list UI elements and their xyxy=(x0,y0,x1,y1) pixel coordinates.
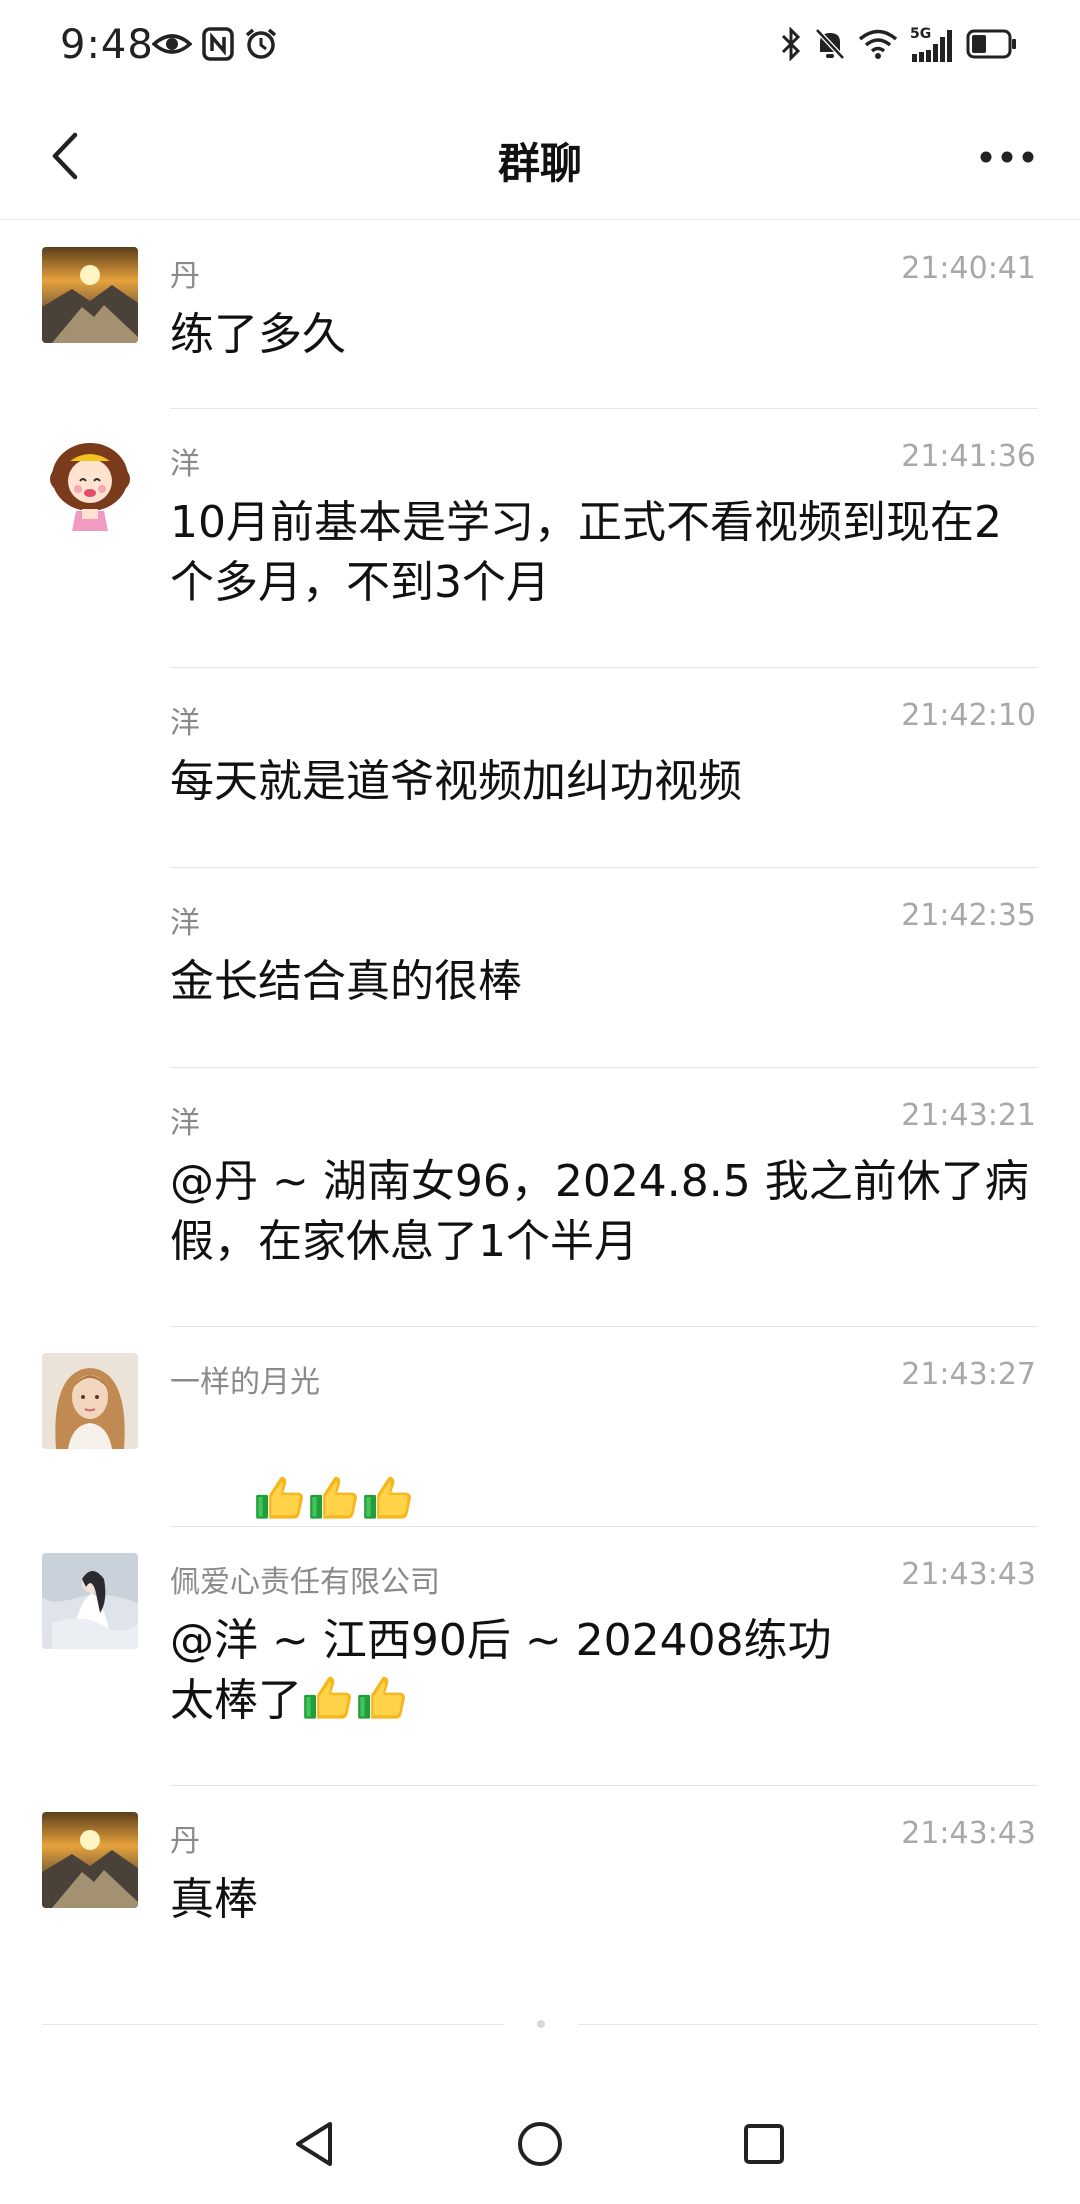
message-text: @丹 ~ 湖南女96，2024.8.5 我之前休了病 假，在家休息了1个半月 xyxy=(170,1156,1029,1267)
eye-icon xyxy=(151,28,193,64)
message-text: 金长结合真的很棒 xyxy=(170,956,522,1007)
message-time: 21:40:41 xyxy=(901,251,1036,286)
more-button[interactable] xyxy=(962,122,1052,194)
message-text: @洋 ~ 江西90后 ~ 202408练功 太棒了 xyxy=(170,1615,832,1726)
status-right-icons: 5G xyxy=(780,26,1018,66)
sender-name: 丹 xyxy=(170,1824,200,1859)
message-time: 21:42:10 xyxy=(901,698,1036,733)
more-dots-icon xyxy=(979,149,1035,168)
sender-name: 洋 xyxy=(170,1106,200,1141)
thumbs-up-icon xyxy=(302,1675,356,1726)
message-text-with-emoji: @洋 ~ 江西90后 ~ 202408练功 太棒了 xyxy=(170,1611,1030,1731)
message-time: 21:42:35 xyxy=(901,898,1036,933)
list-end-dot xyxy=(537,2020,545,2028)
system-recents-button[interactable] xyxy=(734,2116,794,2176)
message-list[interactable]: 丹 21:40:41 练了多久 洋 21:41:36 10月前基本是学习，正式不… xyxy=(0,221,1080,2031)
avatar[interactable] xyxy=(42,1353,138,1449)
sender-name: 佩爱心责任有限公司 xyxy=(170,1565,440,1600)
sender-name: 洋 xyxy=(170,906,200,941)
thumbs-up-icon xyxy=(356,1675,410,1726)
bluetooth-icon xyxy=(780,26,802,65)
circle-home-icon xyxy=(516,2120,564,2172)
system-nav-bar xyxy=(0,2090,1080,2204)
message-time: 21:41:36 xyxy=(901,439,1036,474)
message-divider xyxy=(170,1067,1038,1068)
thumbs-up-icon xyxy=(254,1475,308,1526)
nfc-icon xyxy=(202,27,234,65)
thumbs-up-icon xyxy=(362,1475,416,1526)
message-divider xyxy=(170,867,1038,868)
alarm-icon xyxy=(244,27,278,65)
square-recents-icon xyxy=(742,2122,786,2170)
sender-name: 洋 xyxy=(170,447,200,482)
message-time: 21:43:43 xyxy=(901,1816,1036,1851)
status-time: 9:48 xyxy=(60,22,154,68)
message-text: 每天就是道爷视频加纠功视频 xyxy=(170,756,742,807)
system-home-button[interactable] xyxy=(510,2116,570,2176)
list-end-divider xyxy=(42,2024,504,2025)
status-left-icons xyxy=(151,26,278,66)
battery-icon xyxy=(966,28,1018,64)
message-time: 21:43:43 xyxy=(901,1557,1036,1592)
nav-bar: 群聊 xyxy=(0,92,1080,220)
wifi-icon xyxy=(858,28,898,64)
avatar[interactable] xyxy=(42,1553,138,1649)
signal-5g-icon: 5G xyxy=(910,26,954,64)
page-title: 群聊 xyxy=(497,139,582,188)
sender-name: 洋 xyxy=(170,706,200,741)
triangle-back-icon xyxy=(292,2120,336,2172)
sender-name: 一样的月光 xyxy=(170,1365,320,1400)
message-text: 10月前基本是学习，正式不看视频到现在2 个多月，不到3个月 xyxy=(170,497,1002,608)
message-divider xyxy=(170,408,1038,409)
message-text: 真棒 xyxy=(170,1874,258,1925)
message-divider xyxy=(170,667,1038,668)
message-divider xyxy=(170,1526,1038,1527)
message-divider xyxy=(170,1785,1038,1786)
status-bar: 9:48 5G xyxy=(0,0,1080,92)
list-end-divider xyxy=(578,2024,1038,2025)
message-time: 21:43:27 xyxy=(901,1357,1036,1392)
message-time: 21:43:21 xyxy=(901,1098,1036,1133)
avatar[interactable] xyxy=(42,435,138,531)
sender-name: 丹 xyxy=(170,259,200,294)
system-back-button[interactable] xyxy=(284,2116,344,2176)
thumbs-up-icon xyxy=(308,1475,362,1526)
avatar[interactable] xyxy=(42,1812,138,1908)
message-text: 练了多久 xyxy=(170,309,346,360)
message-divider xyxy=(170,1326,1038,1327)
avatar[interactable] xyxy=(42,247,138,343)
mute-bell-icon xyxy=(814,27,846,65)
